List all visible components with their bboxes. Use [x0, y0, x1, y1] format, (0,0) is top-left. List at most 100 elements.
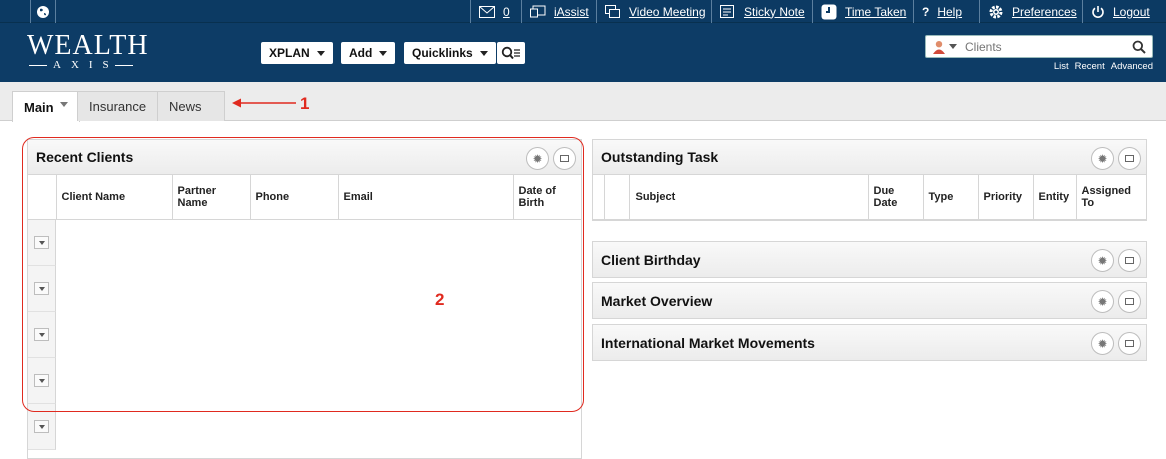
- logout-label[interactable]: Logout: [1113, 5, 1150, 19]
- column-header[interactable]: Priority: [978, 175, 1034, 220]
- search-link-advanced[interactable]: Advanced: [1111, 61, 1153, 72]
- client-search-input[interactable]: [965, 39, 1130, 54]
- search-list-icon: [501, 46, 520, 60]
- add-menu-label: Add: [349, 46, 373, 60]
- globe-button[interactable]: [30, 0, 56, 23]
- video-meeting-link[interactable]: Video Meeting: [596, 0, 711, 23]
- table-header-row: Client Name Partner Name Phone Email Dat…: [28, 175, 581, 220]
- search-icon[interactable]: [1132, 40, 1146, 54]
- sticky-note-link[interactable]: Sticky Note: [711, 0, 812, 23]
- column-header[interactable]: Type: [923, 175, 979, 220]
- person-icon: [933, 40, 945, 54]
- xplan-menu-button[interactable]: XPLAN: [261, 42, 333, 64]
- preferences-label[interactable]: Preferences: [1012, 5, 1077, 19]
- panel-settings-button[interactable]: ✹: [526, 147, 549, 170]
- panel-minimize-button[interactable]: [1118, 290, 1141, 313]
- messages-link[interactable]: 0: [470, 0, 521, 23]
- tab-news[interactable]: News: [157, 91, 225, 121]
- help-label[interactable]: Help: [937, 5, 962, 19]
- annotation-label-2: 2: [435, 290, 445, 309]
- table-row: [28, 266, 56, 312]
- column-header[interactable]: Email: [338, 175, 514, 220]
- panel-settings-button[interactable]: ✹: [1091, 147, 1114, 170]
- recent-clients-panel: Recent Clients ✹ Client Name Partner Nam…: [27, 139, 582, 459]
- client-search-box: [925, 35, 1153, 58]
- window-icon: [1125, 340, 1134, 347]
- panel-minimize-button[interactable]: [1118, 249, 1141, 272]
- gear-icon: ✹: [1097, 336, 1108, 351]
- column-header[interactable]: Client Name: [56, 175, 173, 220]
- panel-tools: ✹: [526, 147, 576, 170]
- row-menu-button[interactable]: [34, 282, 49, 295]
- iassist-label[interactable]: iAssist: [554, 5, 589, 19]
- chevron-down-icon: [38, 332, 45, 337]
- row-menu-button[interactable]: [34, 236, 49, 249]
- gear-icon: ✹: [1097, 151, 1108, 166]
- chevron-down-icon: [949, 44, 957, 49]
- international-market-movements-panel: International Market Movements ✹: [592, 324, 1147, 361]
- panel-settings-button[interactable]: ✹: [1091, 332, 1114, 355]
- window-icon: [1125, 257, 1134, 264]
- time-taken-link[interactable]: Time Taken: [812, 0, 913, 23]
- column-header[interactable]: Phone: [250, 175, 339, 220]
- panel-tools: ✹: [1091, 332, 1141, 355]
- tab-main-label: Main: [24, 99, 54, 115]
- table-row: [28, 404, 56, 450]
- gear-icon: ✹: [1097, 294, 1108, 309]
- tab-main[interactable]: Main: [12, 91, 80, 122]
- gear-icon: [988, 4, 1004, 20]
- chevron-down-icon: [38, 286, 45, 291]
- help-link[interactable]: ? Help: [913, 0, 979, 23]
- client-type-dropdown[interactable]: [932, 40, 957, 54]
- iassist-link[interactable]: iAssist: [521, 0, 596, 23]
- quick-search-button[interactable]: [497, 42, 525, 64]
- brand-logo[interactable]: WEALTH AXIS: [27, 30, 149, 72]
- chevron-down-icon: [316, 50, 325, 56]
- market-overview-panel: Market Overview ✹: [592, 282, 1147, 319]
- sticky-note-label[interactable]: Sticky Note: [744, 5, 805, 19]
- panel-title: Recent Clients: [36, 149, 134, 165]
- row-menu-button[interactable]: [34, 328, 49, 341]
- panel-title: Outstanding Task: [601, 149, 719, 165]
- panel-minimize-button[interactable]: [1118, 147, 1141, 170]
- time-taken-label[interactable]: Time Taken: [845, 5, 906, 19]
- row-menu-button[interactable]: [34, 420, 49, 433]
- tab-insurance[interactable]: Insurance: [77, 91, 159, 121]
- search-link-recent[interactable]: Recent: [1075, 61, 1105, 72]
- add-menu-button[interactable]: Add: [341, 42, 396, 64]
- column-header[interactable]: Subject: [629, 175, 869, 220]
- messages-count[interactable]: 0: [503, 5, 510, 19]
- row-menu-button[interactable]: [34, 374, 49, 387]
- table-row: [28, 220, 56, 266]
- chevron-down-icon: [379, 50, 388, 56]
- panel-header: Recent Clients ✹: [28, 140, 581, 175]
- xplan-menu-label: XPLAN: [269, 46, 310, 60]
- panel-settings-button[interactable]: ✹: [1091, 249, 1114, 272]
- search-link-list[interactable]: List: [1054, 61, 1069, 72]
- preferences-link[interactable]: Preferences: [979, 0, 1082, 23]
- app-header: WEALTH AXIS XPLAN Add Quicklinks Clients…: [0, 23, 1166, 82]
- column-header[interactable]: Entity: [1033, 175, 1077, 220]
- video-meeting-label[interactable]: Video Meeting: [629, 5, 706, 19]
- panel-minimize-button[interactable]: [553, 147, 576, 170]
- tab-strip: Main Insurance News 1: [0, 82, 1166, 122]
- brand-logo-wordmark: WEALTH: [27, 30, 149, 61]
- table-header-row: Subject Due Date Type Priority Entity As…: [593, 175, 1146, 220]
- chevron-down-icon: [479, 50, 488, 56]
- brand-logo-sub: AXIS: [53, 59, 119, 71]
- column-header[interactable]: Assigned To: [1076, 175, 1146, 220]
- panel-minimize-button[interactable]: [1118, 332, 1141, 355]
- row-action-header: [28, 175, 57, 220]
- column-header[interactable]: Due Date: [868, 175, 924, 220]
- panel-settings-button[interactable]: ✹: [1091, 290, 1114, 313]
- outstanding-task-panel: Outstanding Task ✹ Subject Due Date Type…: [592, 139, 1147, 221]
- top-utility-bar: 0 iAssist Video Meeting Sticky Note Time…: [0, 0, 1166, 23]
- gear-icon: ✹: [1097, 253, 1108, 268]
- window-icon: [1125, 298, 1134, 305]
- quicklinks-menu-button[interactable]: Quicklinks: [404, 42, 496, 64]
- iassist-icon: [530, 5, 546, 19]
- logout-link[interactable]: Logout: [1082, 0, 1166, 23]
- panel-header: International Market Movements ✹: [593, 325, 1146, 360]
- column-header[interactable]: Partner Name: [172, 175, 251, 220]
- column-header[interactable]: Date of Birth: [513, 175, 581, 220]
